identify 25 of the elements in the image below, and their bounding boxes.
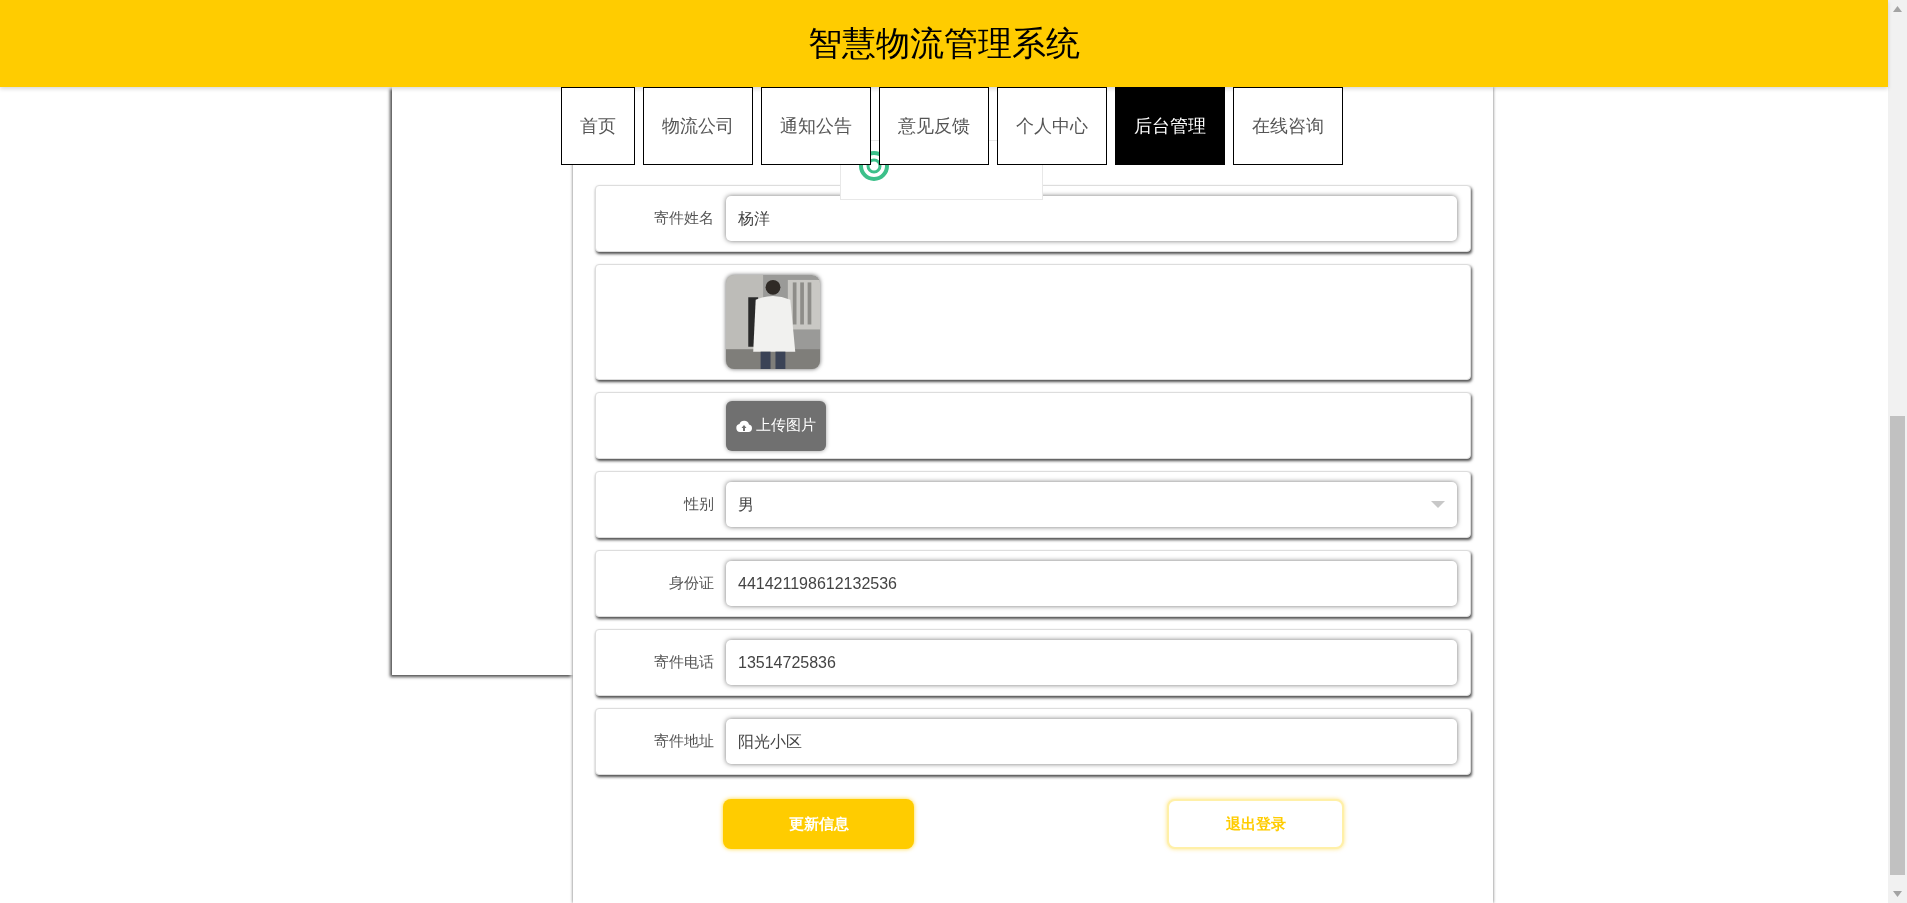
scroll-up-icon[interactable] xyxy=(1893,6,1902,12)
field-label: 寄件姓名 xyxy=(654,208,714,229)
nav-tab[interactable]: 首页 xyxy=(561,87,635,165)
success-circle-icon xyxy=(859,151,889,181)
nav-tab[interactable]: 物流公司 xyxy=(643,87,753,165)
field-label: 寄件地址 xyxy=(654,731,714,752)
field-label: 寄件电话 xyxy=(654,652,714,673)
nav-tab[interactable]: 通知公告 xyxy=(761,87,871,165)
scroll-thumb[interactable] xyxy=(1890,416,1905,875)
cloud-upload-icon xyxy=(736,419,752,432)
nav-tab[interactable]: 意见反馈 xyxy=(879,87,989,165)
text-field[interactable]: 441421198612132536 xyxy=(726,561,1457,606)
nav-tab[interactable]: 在线咨询 xyxy=(1233,87,1343,165)
text-field[interactable]: 阳光小区 xyxy=(726,719,1457,764)
field-label: 身份证 xyxy=(669,573,714,594)
nav-tab[interactable]: 个人中心 xyxy=(997,87,1107,165)
nav-tab[interactable]: 后台管理 xyxy=(1115,87,1225,165)
field-label: 性别 xyxy=(684,494,714,515)
upload-button[interactable]: 上传图片 xyxy=(726,400,826,451)
text-field[interactable]: 杨洋 xyxy=(726,196,1457,241)
scroll-down-icon[interactable] xyxy=(1893,891,1902,897)
text-field[interactable]: 13514725836 xyxy=(726,640,1457,685)
dropdown-caret-icon xyxy=(1431,500,1445,509)
site-title: 智慧物流管理系统 xyxy=(808,23,1080,64)
select-field[interactable]: 男 xyxy=(726,482,1457,527)
